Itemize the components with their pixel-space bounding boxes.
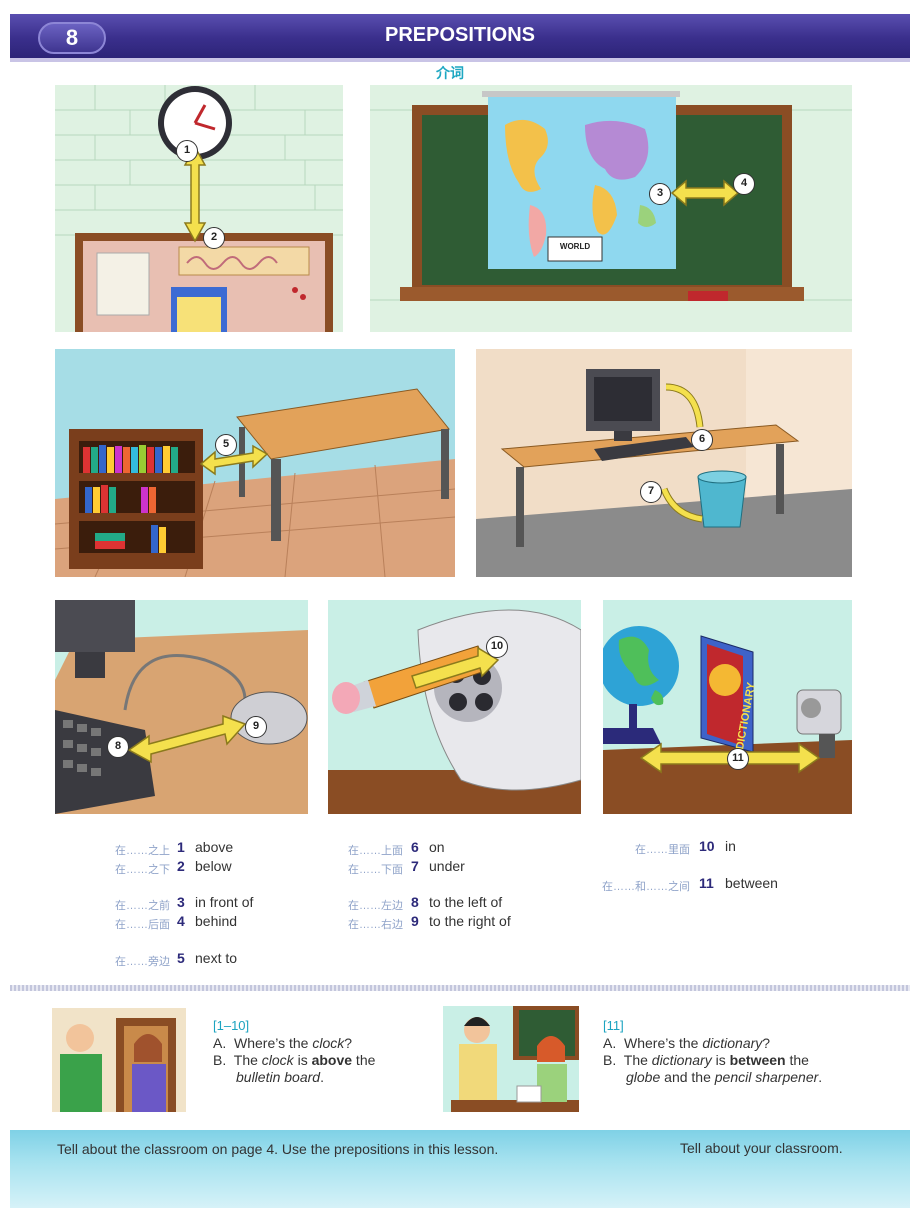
footer-instruction-right: Tell about your classroom. — [680, 1140, 843, 1156]
scene-computer-desk: 6 7 — [476, 349, 852, 577]
marker-11: 11 — [727, 748, 749, 770]
vocab-6-chinese: 在……上面 — [348, 845, 403, 857]
scene-bookcase-table: 5 — [55, 349, 455, 577]
dialog-right-answer-line2: globe and the pencil sharpener. — [626, 1069, 823, 1085]
vocab-4-number: 4 — [177, 913, 185, 929]
vocab-3-number: 3 — [177, 894, 185, 910]
dialog-right-question: A. Where’s the dictionary? — [603, 1035, 771, 1051]
vocab-9-chinese: 在……右边 — [348, 919, 403, 931]
bulletin-board-icon — [75, 233, 333, 332]
marker-1: 1 — [176, 140, 198, 162]
conversation-illustration-left — [52, 1008, 186, 1112]
vocab-1-word: above — [195, 839, 234, 855]
header-underline — [10, 58, 910, 62]
vocab-11-word: between — [725, 875, 778, 891]
vocab-11-number: 11 — [699, 875, 714, 891]
mouse-icon — [230, 691, 308, 745]
marker-9: 9 — [245, 716, 267, 738]
vocab-10-number: 10 — [699, 838, 715, 854]
dialog-left-answer-line2: bulletin board. — [236, 1069, 324, 1085]
marker-5: 5 — [215, 434, 237, 456]
scene-globe-dictionary: DICTIONARY 11 — [603, 600, 852, 814]
scene-map-chalkboard: WORLD 3 4 — [370, 85, 852, 332]
dialog-right-range: [11] — [603, 1018, 624, 1033]
vocab-6-number: 6 — [411, 839, 419, 855]
vocab-9-number: 9 — [411, 913, 419, 929]
vocab-10-chinese: 在……里面 — [635, 844, 690, 856]
page-number: 8 — [38, 22, 106, 54]
conversation-illustration-right — [443, 1006, 579, 1112]
vocab-6-word: on — [429, 839, 445, 855]
marker-7: 7 — [640, 481, 662, 503]
vocab-2-number: 2 — [177, 858, 185, 874]
vocab-7-chinese: 在……下面 — [348, 864, 403, 876]
scene-clock-bulletin-board: 1 2 — [55, 85, 343, 332]
vocab-11-chinese: 在……和……之间 — [602, 881, 690, 893]
vocab-7-number: 7 — [411, 858, 419, 874]
marker-4: 4 — [733, 173, 755, 195]
dialog-left-range: [1–10] — [213, 1018, 250, 1033]
vocab-3-chinese: 在……之前 — [115, 900, 170, 912]
page-title: PREPOSITIONS — [384, 24, 536, 46]
vocab-8-number: 8 — [411, 894, 419, 910]
section-divider — [10, 985, 910, 991]
vocab-10-word: in — [725, 838, 736, 854]
scene-keyboard-mouse: 8 9 — [55, 600, 308, 814]
marker-2: 2 — [203, 227, 225, 249]
vocab-4-chinese: 在……后面 — [115, 919, 170, 931]
vocab-1-chinese: 在……之上 — [115, 845, 170, 857]
marker-6: 6 — [691, 429, 713, 451]
marker-3: 3 — [649, 183, 671, 205]
page-subtitle-chinese: 介词 — [436, 65, 464, 81]
bookcase-icon — [69, 429, 203, 569]
vocab-8-word: to the left of — [429, 894, 503, 910]
marker-10: 10 — [486, 636, 508, 658]
vocab-2-chinese: 在……之下 — [115, 864, 170, 876]
dialog-left-question: A. Where’s the clock? — [213, 1035, 353, 1051]
vocab-5-chinese: 在……旁边 — [115, 956, 170, 968]
vocab-1-number: 1 — [177, 839, 185, 855]
wastebasket-icon — [697, 470, 747, 528]
computer-monitor-icon — [586, 369, 660, 441]
vocab-8-chinese: 在……左边 — [348, 900, 403, 912]
footer-instruction-left: Tell about the classroom on page 4. Use … — [57, 1141, 499, 1157]
vocab-4-word: behind — [195, 913, 238, 929]
dialog-left-answer: B. The clock is above the — [213, 1052, 376, 1068]
vocab-2-word: below — [195, 858, 232, 874]
scene-pencil-sharpener: 10 — [328, 600, 581, 814]
marker-8: 8 — [107, 736, 129, 758]
map-label: WORLD — [560, 242, 590, 251]
vocab-9-word: to the right of — [429, 913, 511, 929]
dialog-right-answer: B. The dictionary is between the — [603, 1052, 809, 1068]
vocab-3-word: in front of — [195, 894, 254, 910]
vocab-5-number: 5 — [177, 950, 185, 966]
vocab-5-word: next to — [195, 950, 238, 966]
vocab-7-word: under — [429, 858, 465, 874]
